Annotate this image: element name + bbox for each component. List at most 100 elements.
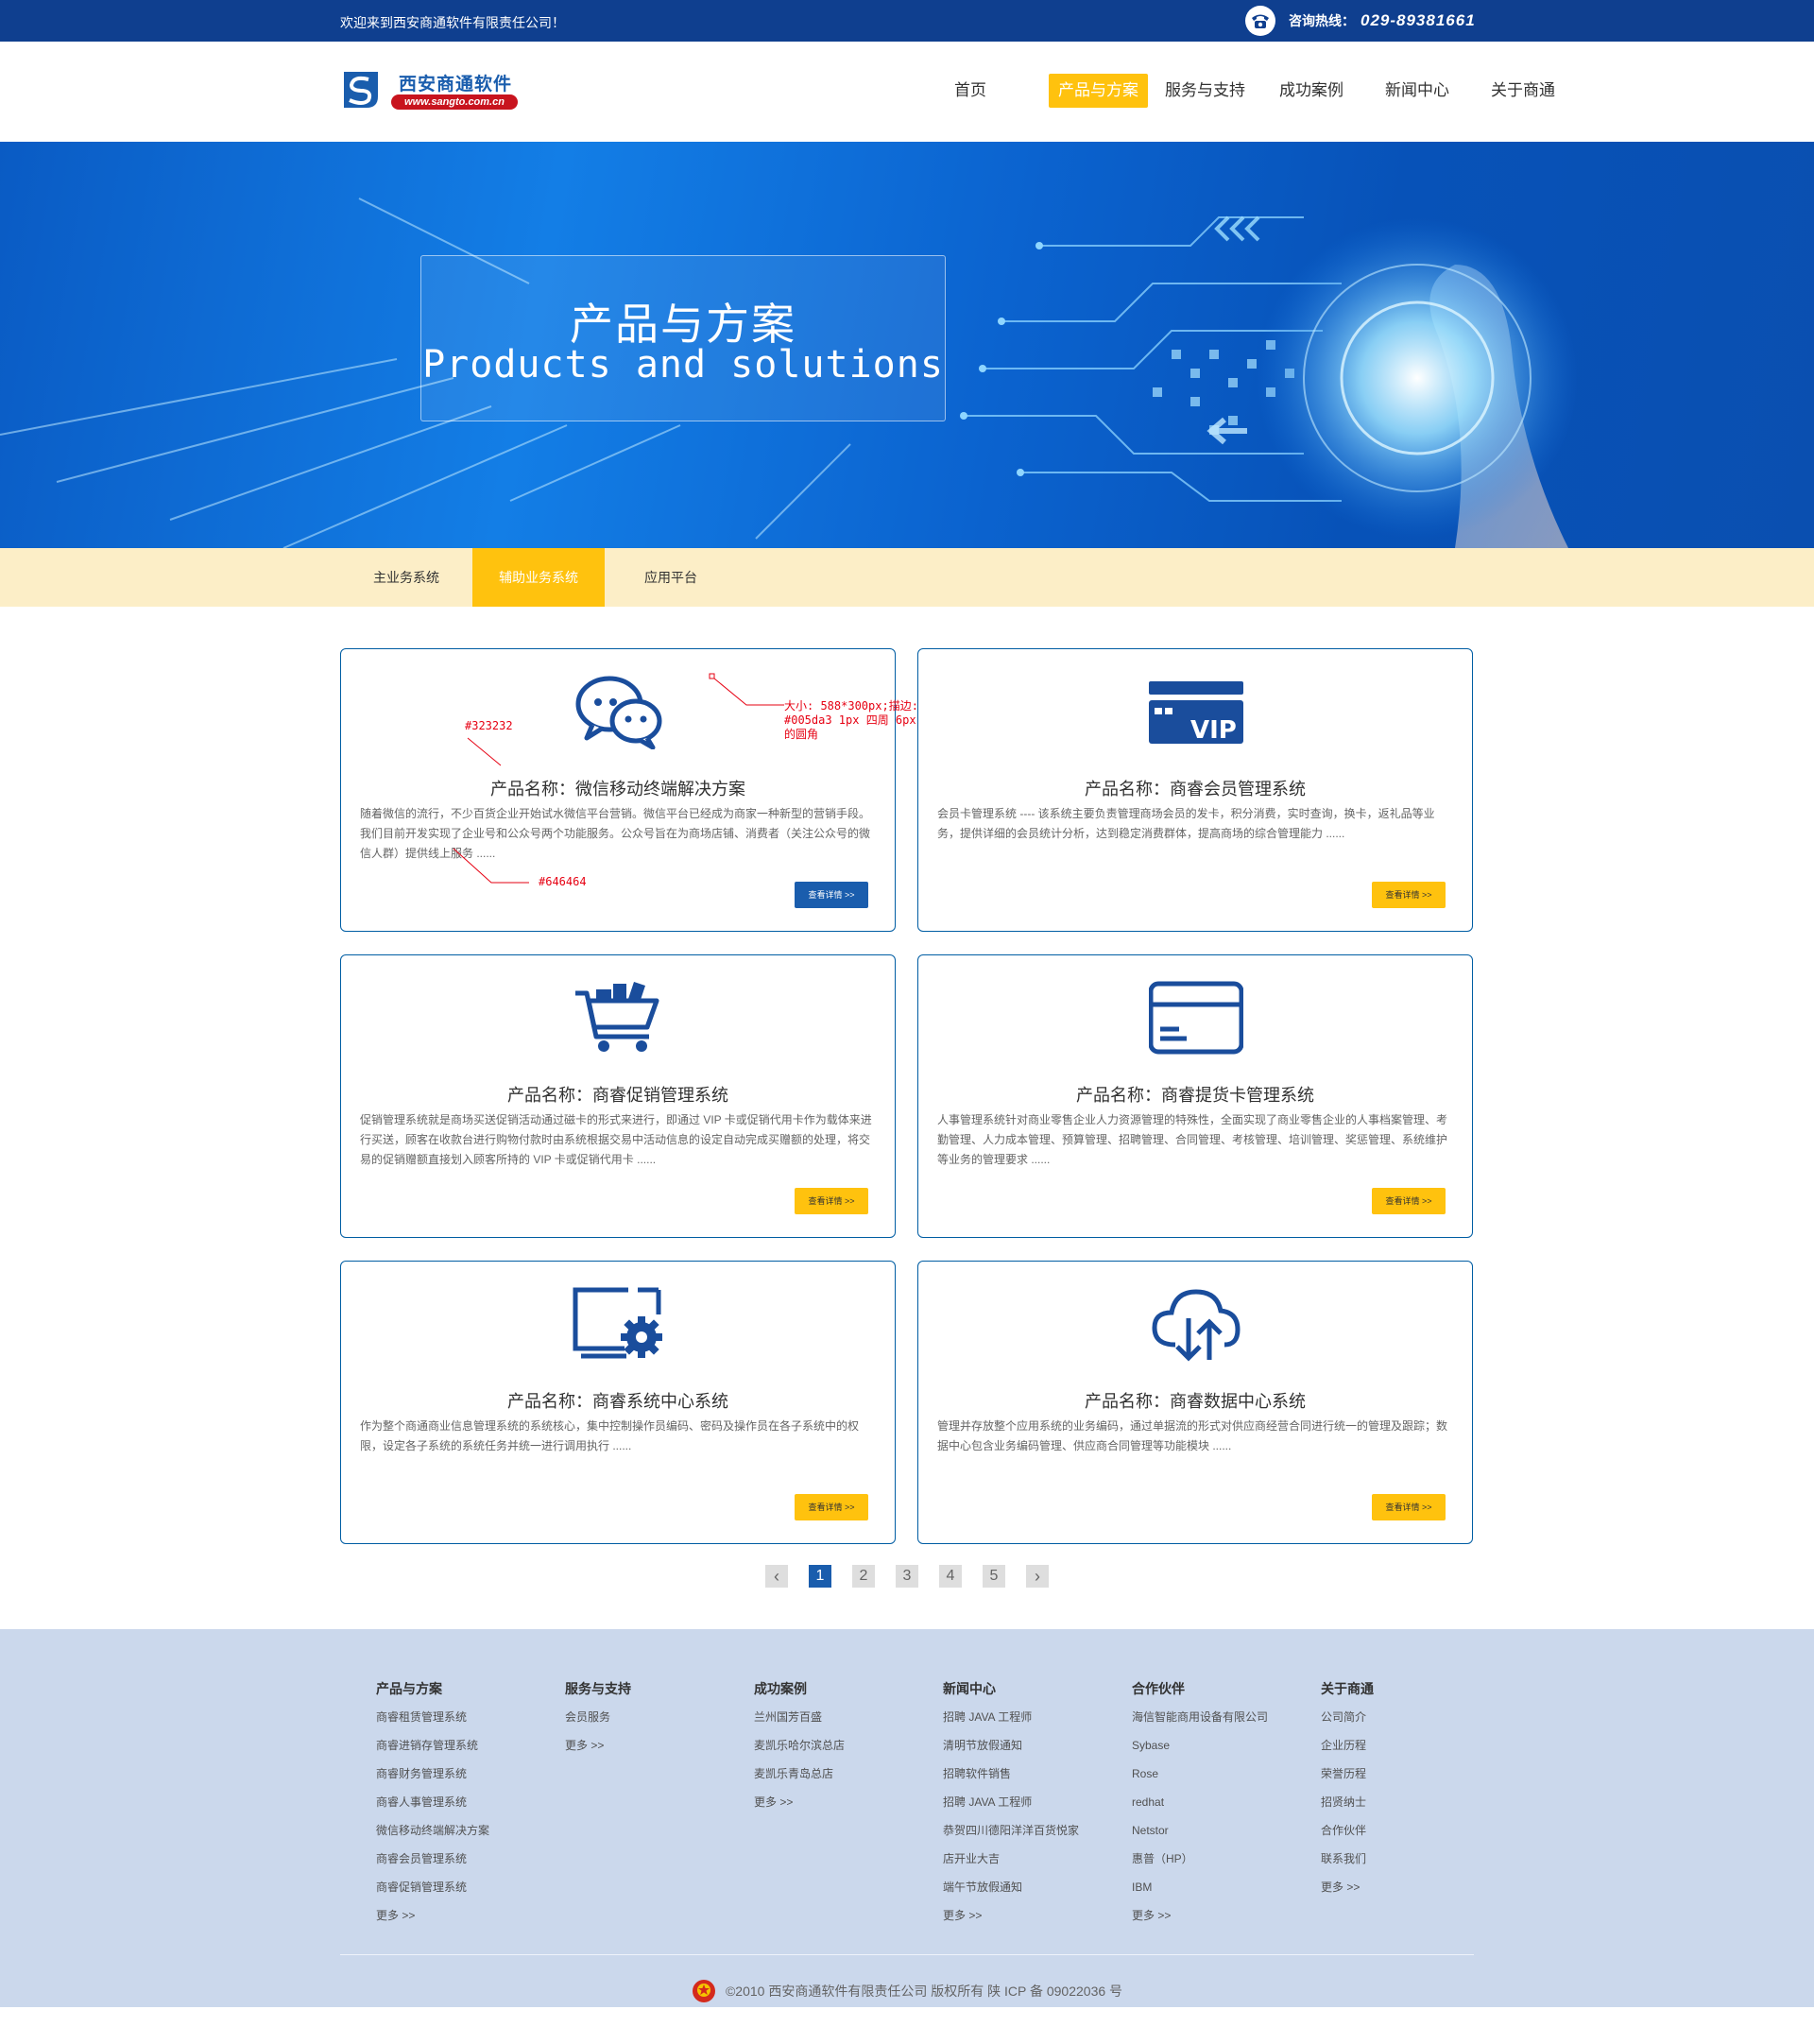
product-card: 产品名称：商睿提货卡管理系统 人事管理系统针对商业零售企业人力资源管理的特殊性，…: [917, 954, 1473, 1238]
footer-link[interactable]: 海信智能商用设备有限公司: [1132, 1703, 1321, 1731]
footer-link[interactable]: 招聘 JAVA 工程师: [943, 1703, 1132, 1731]
view-details-button[interactable]: 查看详情 >>: [1372, 882, 1446, 908]
nav-news[interactable]: 新闻中心: [1376, 74, 1459, 108]
bottom-strip: [0, 2007, 1814, 2044]
next-page-button[interactable]: ›: [1026, 1565, 1049, 1588]
footer-link[interactable]: 更多 >>: [1132, 1901, 1321, 1930]
footer-column: 成功案例 兰州国芳百盛 麦凯乐哈尔滨总店 麦凯乐青岛总店 更多 >>: [754, 1675, 943, 1930]
police-emblem-icon: [692, 1980, 715, 2002]
pagination: ‹ 1 2 3 4 5 ›: [765, 1565, 1070, 1588]
nav-about[interactable]: 关于商通: [1481, 74, 1565, 108]
hotline-label: 咨询热线：: [1289, 13, 1355, 28]
svg-text:VIP: VIP: [1190, 716, 1237, 745]
credit-card-icon: [1149, 981, 1243, 1055]
footer-link[interactable]: 商睿进销存管理系统: [376, 1731, 565, 1760]
prev-page-button[interactable]: ‹: [765, 1565, 788, 1588]
footer-link[interactable]: 兰州国芳百盛: [754, 1703, 943, 1731]
page-button[interactable]: 5: [983, 1565, 1005, 1588]
product-title: 产品名称：商睿促销管理系统: [507, 1086, 728, 1105]
product-card: 产品名称：商睿数据中心系统 管理并存放整个应用系统的业务编码，通过单据流的形式对…: [917, 1261, 1473, 1544]
top-bar: 欢迎来到西安商通软件有限责任公司！ 咨询热线： 029-89381661: [0, 0, 1814, 42]
footer-columns: 产品与方案商睿租赁管理系统 商睿进销存管理系统 商睿财务管理系统 商睿人事管理系统 微信…: [376, 1675, 1510, 1930]
page-button[interactable]: 2: [852, 1565, 875, 1588]
page-button[interactable]: 4: [939, 1565, 962, 1588]
footer-column: 合作伙伴海信智能商用设备有限公司 Sybase Rose redhat Netstor 惠…: [1132, 1675, 1321, 1930]
footer-link[interactable]: 商睿租赁管理系统: [376, 1703, 565, 1731]
footer-link[interactable]: Rose: [1132, 1760, 1321, 1788]
footer-link[interactable]: redhat: [1132, 1788, 1321, 1816]
footer-column-title: 产品与方案: [376, 1681, 442, 1696]
footer-link[interactable]: 清明节放假通知: [943, 1731, 1132, 1760]
welcome-text: 欢迎来到西安商通软件有限责任公司！: [340, 15, 565, 30]
footer-link[interactable]: Netstor: [1132, 1816, 1321, 1845]
page-button[interactable]: 1: [809, 1565, 831, 1588]
product-desc: 人事管理系统针对商业零售企业人力资源管理的特殊性，全面实现了商业零售企业的人事档…: [937, 1113, 1448, 1166]
tab-aux-business[interactable]: 辅助业务系统: [472, 548, 605, 607]
product-desc: 促销管理系统就是商场买送促销活动通过磁卡的形式来进行，即通过 VIP 卡或促销代…: [360, 1113, 872, 1166]
footer-link[interactable]: 公司简介: [1321, 1703, 1510, 1731]
footer-link[interactable]: Sybase: [1132, 1731, 1321, 1760]
footer-link[interactable]: 招贤纳士: [1321, 1788, 1510, 1816]
footer-link[interactable]: 惠普（HP）: [1132, 1845, 1321, 1873]
view-details-button[interactable]: 查看详情 >>: [795, 1188, 868, 1214]
footer-link[interactable]: 企业历程: [1321, 1731, 1510, 1760]
footer-link[interactable]: 更多 >>: [1321, 1873, 1510, 1901]
footer-column: 服务与支持 会员服务 更多 >>: [565, 1675, 754, 1930]
banner: 产品与方案 Products and solutions: [0, 142, 1814, 548]
tab-main-business[interactable]: 主业务系统: [340, 548, 472, 607]
footer-link[interactable]: 荣誉历程: [1321, 1760, 1510, 1788]
nav-cases[interactable]: 成功案例: [1270, 74, 1353, 108]
shopping-cart-icon: [575, 982, 659, 1052]
footer-column: 新闻中心 招聘 JAVA 工程师 清明节放假通知 招聘软件销售 招聘 JAVA 工程师恭…: [943, 1675, 1132, 1930]
logo-name: 西安商通软件: [399, 75, 513, 94]
product-title: 产品名称：商睿会员管理系统: [1085, 780, 1306, 799]
footer-link[interactable]: 麦凯乐哈尔滨总店: [754, 1731, 943, 1760]
page-button[interactable]: 3: [896, 1565, 918, 1588]
banner-title-en: Products and solutions: [422, 343, 944, 386]
hotline-number: 029-89381661: [1360, 11, 1476, 29]
footer-link[interactable]: 联系我们: [1321, 1845, 1510, 1873]
phone-icon: [1245, 6, 1275, 36]
view-details-button[interactable]: 查看详情 >>: [795, 1494, 868, 1520]
nav-home[interactable]: 首页: [945, 74, 996, 108]
footer-link[interactable]: 商睿财务管理系统: [376, 1760, 565, 1788]
view-details-button[interactable]: 查看详情 >>: [1372, 1188, 1446, 1214]
nav-products[interactable]: 产品与方案: [1049, 74, 1148, 108]
product-card: 产品名称：商睿系统中心系统 作为整个商通商业信息管理系统的系统核心，集中控制操作…: [340, 1261, 896, 1544]
product-desc: 管理并存放整个应用系统的业务编码，通过单据流的形式对供应商经营合同进行统一的管理…: [937, 1419, 1448, 1452]
footer-link[interactable]: 店开业大吉: [943, 1845, 1132, 1873]
title-color-annotation: #323232: [465, 719, 513, 732]
footer-link[interactable]: 更多 >>: [754, 1788, 943, 1816]
annotation-lines: [453, 673, 784, 884]
footer-link[interactable]: 更多 >>: [376, 1901, 565, 1930]
footer-column-title: 关于商通: [1321, 1681, 1374, 1696]
footer-divider: [340, 1954, 1474, 1955]
tab-app-platform[interactable]: 应用平台: [605, 548, 737, 607]
footer-column-title: 合作伙伴: [1132, 1681, 1185, 1696]
footer-link[interactable]: 会员服务: [565, 1703, 754, 1731]
footer-link[interactable]: 商睿会员管理系统: [376, 1845, 565, 1873]
header: 西安商通软件 www.sangto.com.cn 首页 产品与方案 服务与支持 …: [0, 42, 1814, 142]
monitor-gear-icon: [573, 1287, 662, 1359]
footer-link[interactable]: 麦凯乐青岛总店: [754, 1760, 943, 1788]
footer-link[interactable]: 招聘 JAVA 工程师: [943, 1788, 1132, 1816]
nav-services[interactable]: 服务与支持: [1155, 74, 1255, 108]
footer-link[interactable]: 微信移动终端解决方案: [376, 1816, 565, 1845]
footer-link[interactable]: 商睿人事管理系统: [376, 1788, 565, 1816]
product-card: 产品名称：商睿促销管理系统 促销管理系统就是商场买送促销活动通过磁卡的形式来进行…: [340, 954, 896, 1238]
cloud-sync-icon: [1152, 1289, 1241, 1362]
footer-link[interactable]: IBM: [1132, 1873, 1321, 1901]
view-details-button[interactable]: 查看详情 >>: [1372, 1494, 1446, 1520]
footer-link[interactable]: 更多 >>: [565, 1731, 754, 1760]
size-annotation: 大小: 588*300px;描边: #005da3 1px 四周 6px的圆角: [784, 699, 918, 741]
footer-link[interactable]: 恭贺四川德阳洋洋百货悦家: [943, 1816, 1132, 1845]
footer-link[interactable]: 端午节放假通知: [943, 1873, 1132, 1901]
logo[interactable]: 西安商通软件 www.sangto.com.cn: [340, 68, 529, 115]
desc-color-annotation: #646464: [539, 875, 587, 888]
footer-link[interactable]: 合作伙伴: [1321, 1816, 1510, 1845]
copyright-text: ©2010 西安商通软件有限责任公司 版权所有 陕 ICP 备 09022036…: [725, 1984, 1123, 1999]
footer-link[interactable]: 更多 >>: [943, 1901, 1132, 1930]
product-card: VIP 产品名称：商睿会员管理系统 会员卡管理系统 ---- 该系统主要负责管理…: [917, 648, 1473, 932]
footer-link[interactable]: 商睿促销管理系统: [376, 1873, 565, 1901]
footer-link[interactable]: 招聘软件销售: [943, 1760, 1132, 1788]
